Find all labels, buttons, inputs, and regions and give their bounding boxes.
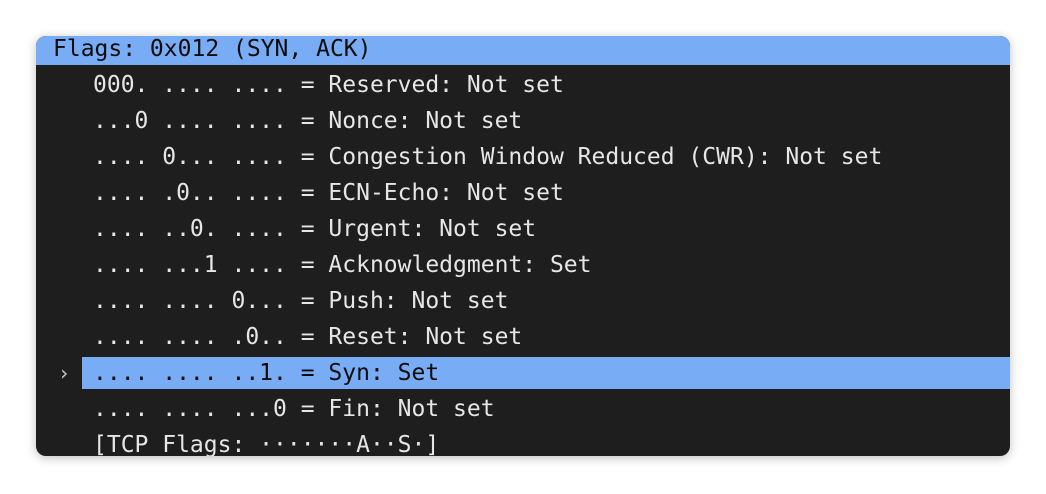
tree-row-label: Flags: 0x012 (SYN, ACK) bbox=[53, 36, 372, 62]
tree-row-urgent[interactable]: .... ..0. .... = Urgent: Not set bbox=[36, 213, 1010, 245]
tree-row-label: [TCP Flags: ·······A··S·] bbox=[93, 432, 440, 456]
tree-row-label: .... .... 0... = Push: Not set bbox=[93, 288, 509, 314]
tree-row-label: .... .0.. .... = ECN-Echo: Not set bbox=[93, 180, 564, 206]
tree-row-reset[interactable]: .... .... .0.. = Reset: Not set bbox=[36, 321, 1010, 353]
tree-row-label: .... .... ..1. = Syn: Set bbox=[93, 360, 440, 386]
packet-details-pane: Flags: 0x012 (SYN, ACK) 000. .... .... =… bbox=[36, 36, 1010, 456]
tree-row-nonce[interactable]: ...0 .... .... = Nonce: Not set bbox=[36, 105, 1010, 137]
tree-row-label: .... .... .0.. = Reset: Not set bbox=[93, 324, 523, 350]
tree-row-label: .... .... ...0 = Fin: Not set bbox=[93, 396, 495, 422]
tree-row-push[interactable]: .... .... 0... = Push: Not set bbox=[36, 285, 1010, 317]
tree-row-label: .... ...1 .... = Acknowledgment: Set bbox=[93, 252, 592, 278]
tree-row-label: ...0 .... .... = Nonce: Not set bbox=[93, 108, 523, 134]
tree-row-syn-selected[interactable]: › .... .... ..1. = Syn: Set bbox=[36, 357, 1010, 389]
tree-row-label: 000. .... .... = Reserved: Not set bbox=[93, 72, 564, 98]
tree-row-label: .... 0... .... = Congestion Window Reduc… bbox=[93, 144, 883, 170]
tree-row-label: .... ..0. .... = Urgent: Not set bbox=[93, 216, 537, 242]
tree-row-fin[interactable]: .... .... ...0 = Fin: Not set bbox=[36, 393, 1010, 425]
tree-row-cwr[interactable]: .... 0... .... = Congestion Window Reduc… bbox=[36, 141, 1010, 173]
tree-row-ecn-echo[interactable]: .... .0.. .... = ECN-Echo: Not set bbox=[36, 177, 1010, 209]
chevron-right-icon[interactable]: › bbox=[58, 357, 70, 389]
tree-row-tcp-flags[interactable]: [TCP Flags: ·······A··S·] bbox=[36, 429, 1010, 456]
tree-row-reserved[interactable]: 000. .... .... = Reserved: Not set bbox=[36, 69, 1010, 101]
tree-row-acknowledgment[interactable]: .... ...1 .... = Acknowledgment: Set bbox=[36, 249, 1010, 281]
tree-row-flags-header[interactable]: Flags: 0x012 (SYN, ACK) bbox=[36, 36, 1010, 65]
